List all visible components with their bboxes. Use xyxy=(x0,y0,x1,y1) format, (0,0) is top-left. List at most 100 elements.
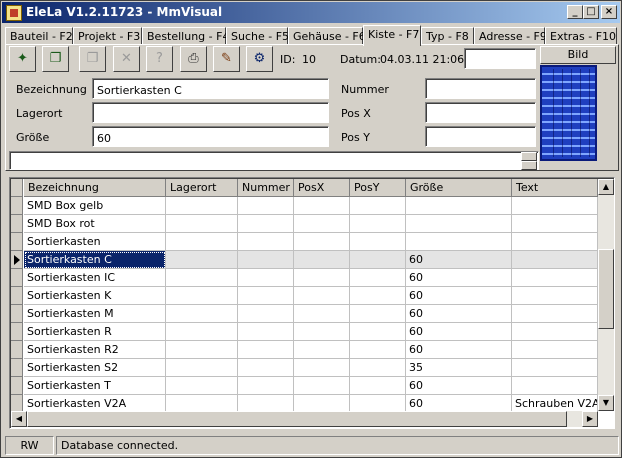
table-cell[interactable] xyxy=(350,341,406,359)
table-cell[interactable] xyxy=(294,377,350,395)
table-cell[interactable]: Sortierkasten T xyxy=(24,377,166,395)
table-cell[interactable]: SMD Box rot xyxy=(24,215,166,233)
table-cell[interactable]: 60 xyxy=(406,251,512,269)
table-cell[interactable] xyxy=(238,341,294,359)
row-indicator[interactable] xyxy=(11,377,23,395)
row-indicator[interactable] xyxy=(11,215,23,233)
table-cell[interactable]: 60 xyxy=(406,341,512,359)
table-cell[interactable] xyxy=(294,287,350,305)
table-cell[interactable] xyxy=(350,269,406,287)
header-col-groesse[interactable]: Größe xyxy=(406,179,512,197)
header-col-posx[interactable]: PosX xyxy=(294,179,350,197)
current-row-indicator[interactable] xyxy=(11,251,23,269)
table-cell[interactable]: 60 xyxy=(406,305,512,323)
table-cell[interactable] xyxy=(166,269,238,287)
table-cell[interactable] xyxy=(166,377,238,395)
table-cell[interactable]: 60 xyxy=(406,323,512,341)
table-cell[interactable] xyxy=(238,377,294,395)
table-cell[interactable] xyxy=(294,197,350,215)
table-cell[interactable] xyxy=(512,359,598,377)
table-cell[interactable] xyxy=(166,287,238,305)
table-cell[interactable]: Sortierkasten S2 xyxy=(24,359,166,377)
table-cell[interactable] xyxy=(238,215,294,233)
tab-bestellung[interactable]: Bestellung - F4 xyxy=(142,27,229,45)
table-cell[interactable] xyxy=(512,377,598,395)
table-cell[interactable]: Sortierkasten C xyxy=(24,251,166,269)
tab-typ[interactable]: Typ - F8 xyxy=(421,27,474,45)
table-cell[interactable] xyxy=(238,233,294,251)
table-cell[interactable] xyxy=(350,287,406,305)
table-cell[interactable] xyxy=(166,197,238,215)
minimize-button[interactable]: _ xyxy=(567,5,583,19)
table-cell[interactable] xyxy=(166,251,238,269)
table-cell[interactable] xyxy=(294,341,350,359)
network-button[interactable]: ⚙ xyxy=(246,46,273,72)
row-indicator[interactable] xyxy=(11,359,23,377)
row-indicator[interactable] xyxy=(11,341,23,359)
posx-input[interactable] xyxy=(425,102,536,123)
row-indicator[interactable] xyxy=(11,197,23,215)
row-indicator[interactable] xyxy=(11,269,23,287)
row-indicator[interactable] xyxy=(11,233,23,251)
table-cell[interactable]: 60 xyxy=(406,269,512,287)
table-cell[interactable] xyxy=(294,359,350,377)
scroll-right-button[interactable]: ▶ xyxy=(582,411,598,427)
header-col-posy[interactable]: PosY xyxy=(350,179,406,197)
table-cell[interactable] xyxy=(350,215,406,233)
table-cell[interactable] xyxy=(512,305,598,323)
lagerort-input[interactable] xyxy=(92,102,329,123)
table-cell[interactable] xyxy=(238,287,294,305)
tab-adresse[interactable]: Adresse - F9 xyxy=(474,27,547,45)
tab-extras[interactable]: Extras - F10 xyxy=(545,27,617,45)
table-cell[interactable] xyxy=(350,233,406,251)
bezeichnung-input[interactable] xyxy=(92,78,329,99)
new-button[interactable]: ✦ xyxy=(9,46,36,72)
table-cell[interactable] xyxy=(238,359,294,377)
memo-scroll-down[interactable] xyxy=(521,161,537,170)
scroll-down-button[interactable]: ▼ xyxy=(598,395,614,411)
row-indicator[interactable] xyxy=(11,305,23,323)
table-cell[interactable] xyxy=(350,305,406,323)
table-cell[interactable] xyxy=(294,305,350,323)
table-cell[interactable]: Sortierkasten IC xyxy=(24,269,166,287)
table-cell[interactable] xyxy=(406,215,512,233)
header-col-text[interactable]: Text xyxy=(512,179,598,197)
table-cell[interactable]: 35 xyxy=(406,359,512,377)
delete-button[interactable]: ✕ xyxy=(113,46,140,72)
tab-kiste[interactable]: Kiste - F7 xyxy=(363,25,421,46)
horizontal-scrollbar[interactable]: ◀ ▶ xyxy=(11,411,598,427)
table-cell[interactable] xyxy=(512,341,598,359)
table-cell[interactable] xyxy=(166,233,238,251)
tab-gehaeuse[interactable]: Gehäuse - F6 xyxy=(288,27,366,45)
table-cell[interactable] xyxy=(294,251,350,269)
table-cell[interactable] xyxy=(238,305,294,323)
table-cell[interactable] xyxy=(512,287,598,305)
table-cell[interactable]: 60 xyxy=(406,377,512,395)
nummer-input[interactable] xyxy=(425,78,536,99)
hscroll-thumb[interactable] xyxy=(27,411,567,427)
scroll-thumb[interactable] xyxy=(598,249,614,329)
table-cell[interactable] xyxy=(166,359,238,377)
table-cell[interactable] xyxy=(294,215,350,233)
table-cell[interactable] xyxy=(512,233,598,251)
bild-button[interactable]: Bild xyxy=(540,46,616,64)
query-button[interactable]: ? xyxy=(146,46,173,72)
copy-disabled-button[interactable]: ❐ xyxy=(79,46,106,72)
table-cell[interactable]: 60 xyxy=(406,287,512,305)
table-cell[interactable] xyxy=(406,197,512,215)
table-cell[interactable] xyxy=(350,197,406,215)
header-col-bezeichnung[interactable]: Bezeichnung xyxy=(24,179,166,197)
table-cell[interactable] xyxy=(350,377,406,395)
row-indicator[interactable] xyxy=(11,287,23,305)
tab-suche[interactable]: Suche - F5 xyxy=(226,27,289,45)
kiste-table[interactable]: SMD Box gelb SMD Box rot Sortierkasten Sort… xyxy=(9,177,615,429)
text-memo[interactable] xyxy=(9,151,539,170)
table-cell[interactable] xyxy=(238,269,294,287)
table-cell[interactable] xyxy=(406,233,512,251)
edit-button[interactable]: ✎ xyxy=(213,46,240,72)
table-cell[interactable] xyxy=(512,269,598,287)
vertical-scrollbar[interactable]: ▲ ▼ xyxy=(598,179,614,411)
table-cell[interactable] xyxy=(294,323,350,341)
table-cell[interactable] xyxy=(166,341,238,359)
header-col-lagerort[interactable]: Lagerort xyxy=(166,179,238,197)
